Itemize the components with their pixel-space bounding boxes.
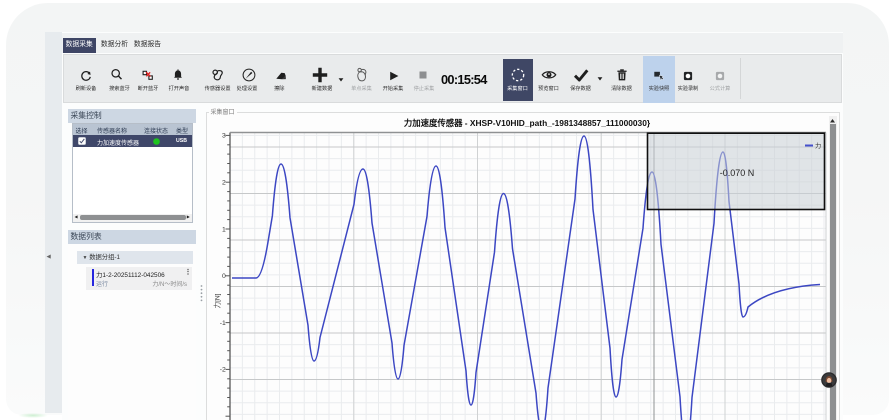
svg-text:3: 3 xyxy=(222,133,226,140)
svg-text:力: 力 xyxy=(815,142,821,150)
svg-text:-2: -2 xyxy=(220,367,226,374)
svg-text:1: 1 xyxy=(222,226,226,233)
svg-text:0: 0 xyxy=(222,273,226,280)
svg-text:-1: -1 xyxy=(220,320,226,327)
svg-text:-0.070 N: -0.070 N xyxy=(720,168,755,178)
svg-text:2: 2 xyxy=(222,180,226,187)
